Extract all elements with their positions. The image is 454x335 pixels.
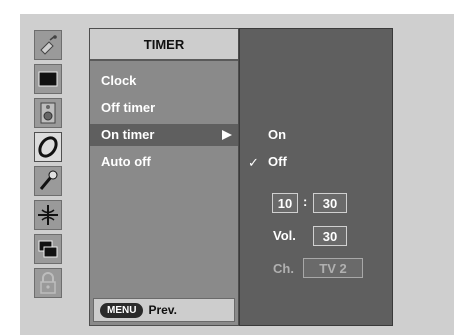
- speaker-icon[interactable]: [34, 98, 62, 128]
- time-separator: :: [303, 194, 308, 209]
- menu-key-badge[interactable]: MENU: [100, 302, 144, 318]
- timer-menu-panel: TIMER Clock Off timer On timer Auto off …: [89, 28, 239, 326]
- volume-label: Vol.: [273, 228, 296, 243]
- channel-label: Ch.: [273, 261, 294, 276]
- satellite-icon[interactable]: [34, 30, 62, 60]
- checkmark-icon: ✓: [248, 155, 259, 170]
- clock-icon[interactable]: [34, 132, 62, 162]
- menu-title: TIMER: [90, 29, 238, 61]
- channel-field[interactable]: TV 2: [303, 258, 363, 278]
- menu-item-off-timer[interactable]: Off timer: [90, 97, 238, 119]
- multi-window-icon[interactable]: [34, 234, 62, 264]
- option-on[interactable]: On: [268, 127, 286, 142]
- menu-item-auto-off[interactable]: Auto off: [90, 151, 238, 173]
- category-icon-strip: [20, 22, 82, 330]
- menu-item-clock[interactable]: Clock: [90, 70, 238, 92]
- volume-field[interactable]: 30: [313, 226, 347, 246]
- hour-field[interactable]: 10: [272, 193, 298, 213]
- minute-field[interactable]: 30: [313, 193, 347, 213]
- pip-icon[interactable]: [34, 200, 62, 230]
- submenu-arrow-icon: [222, 130, 232, 140]
- footer-bar: MENU Prev.: [93, 298, 235, 322]
- screen-icon[interactable]: [34, 64, 62, 94]
- option-off[interactable]: Off: [268, 154, 287, 169]
- menu-item-label: On timer: [101, 127, 155, 142]
- wrench-icon[interactable]: [34, 166, 62, 196]
- prev-label: Prev.: [148, 303, 177, 317]
- on-timer-submenu: On ✓ Off 10 : 30 Vol. 30 Ch. TV 2: [239, 28, 393, 326]
- menu-item-on-timer[interactable]: On timer: [90, 124, 238, 146]
- lock-icon[interactable]: [34, 268, 62, 298]
